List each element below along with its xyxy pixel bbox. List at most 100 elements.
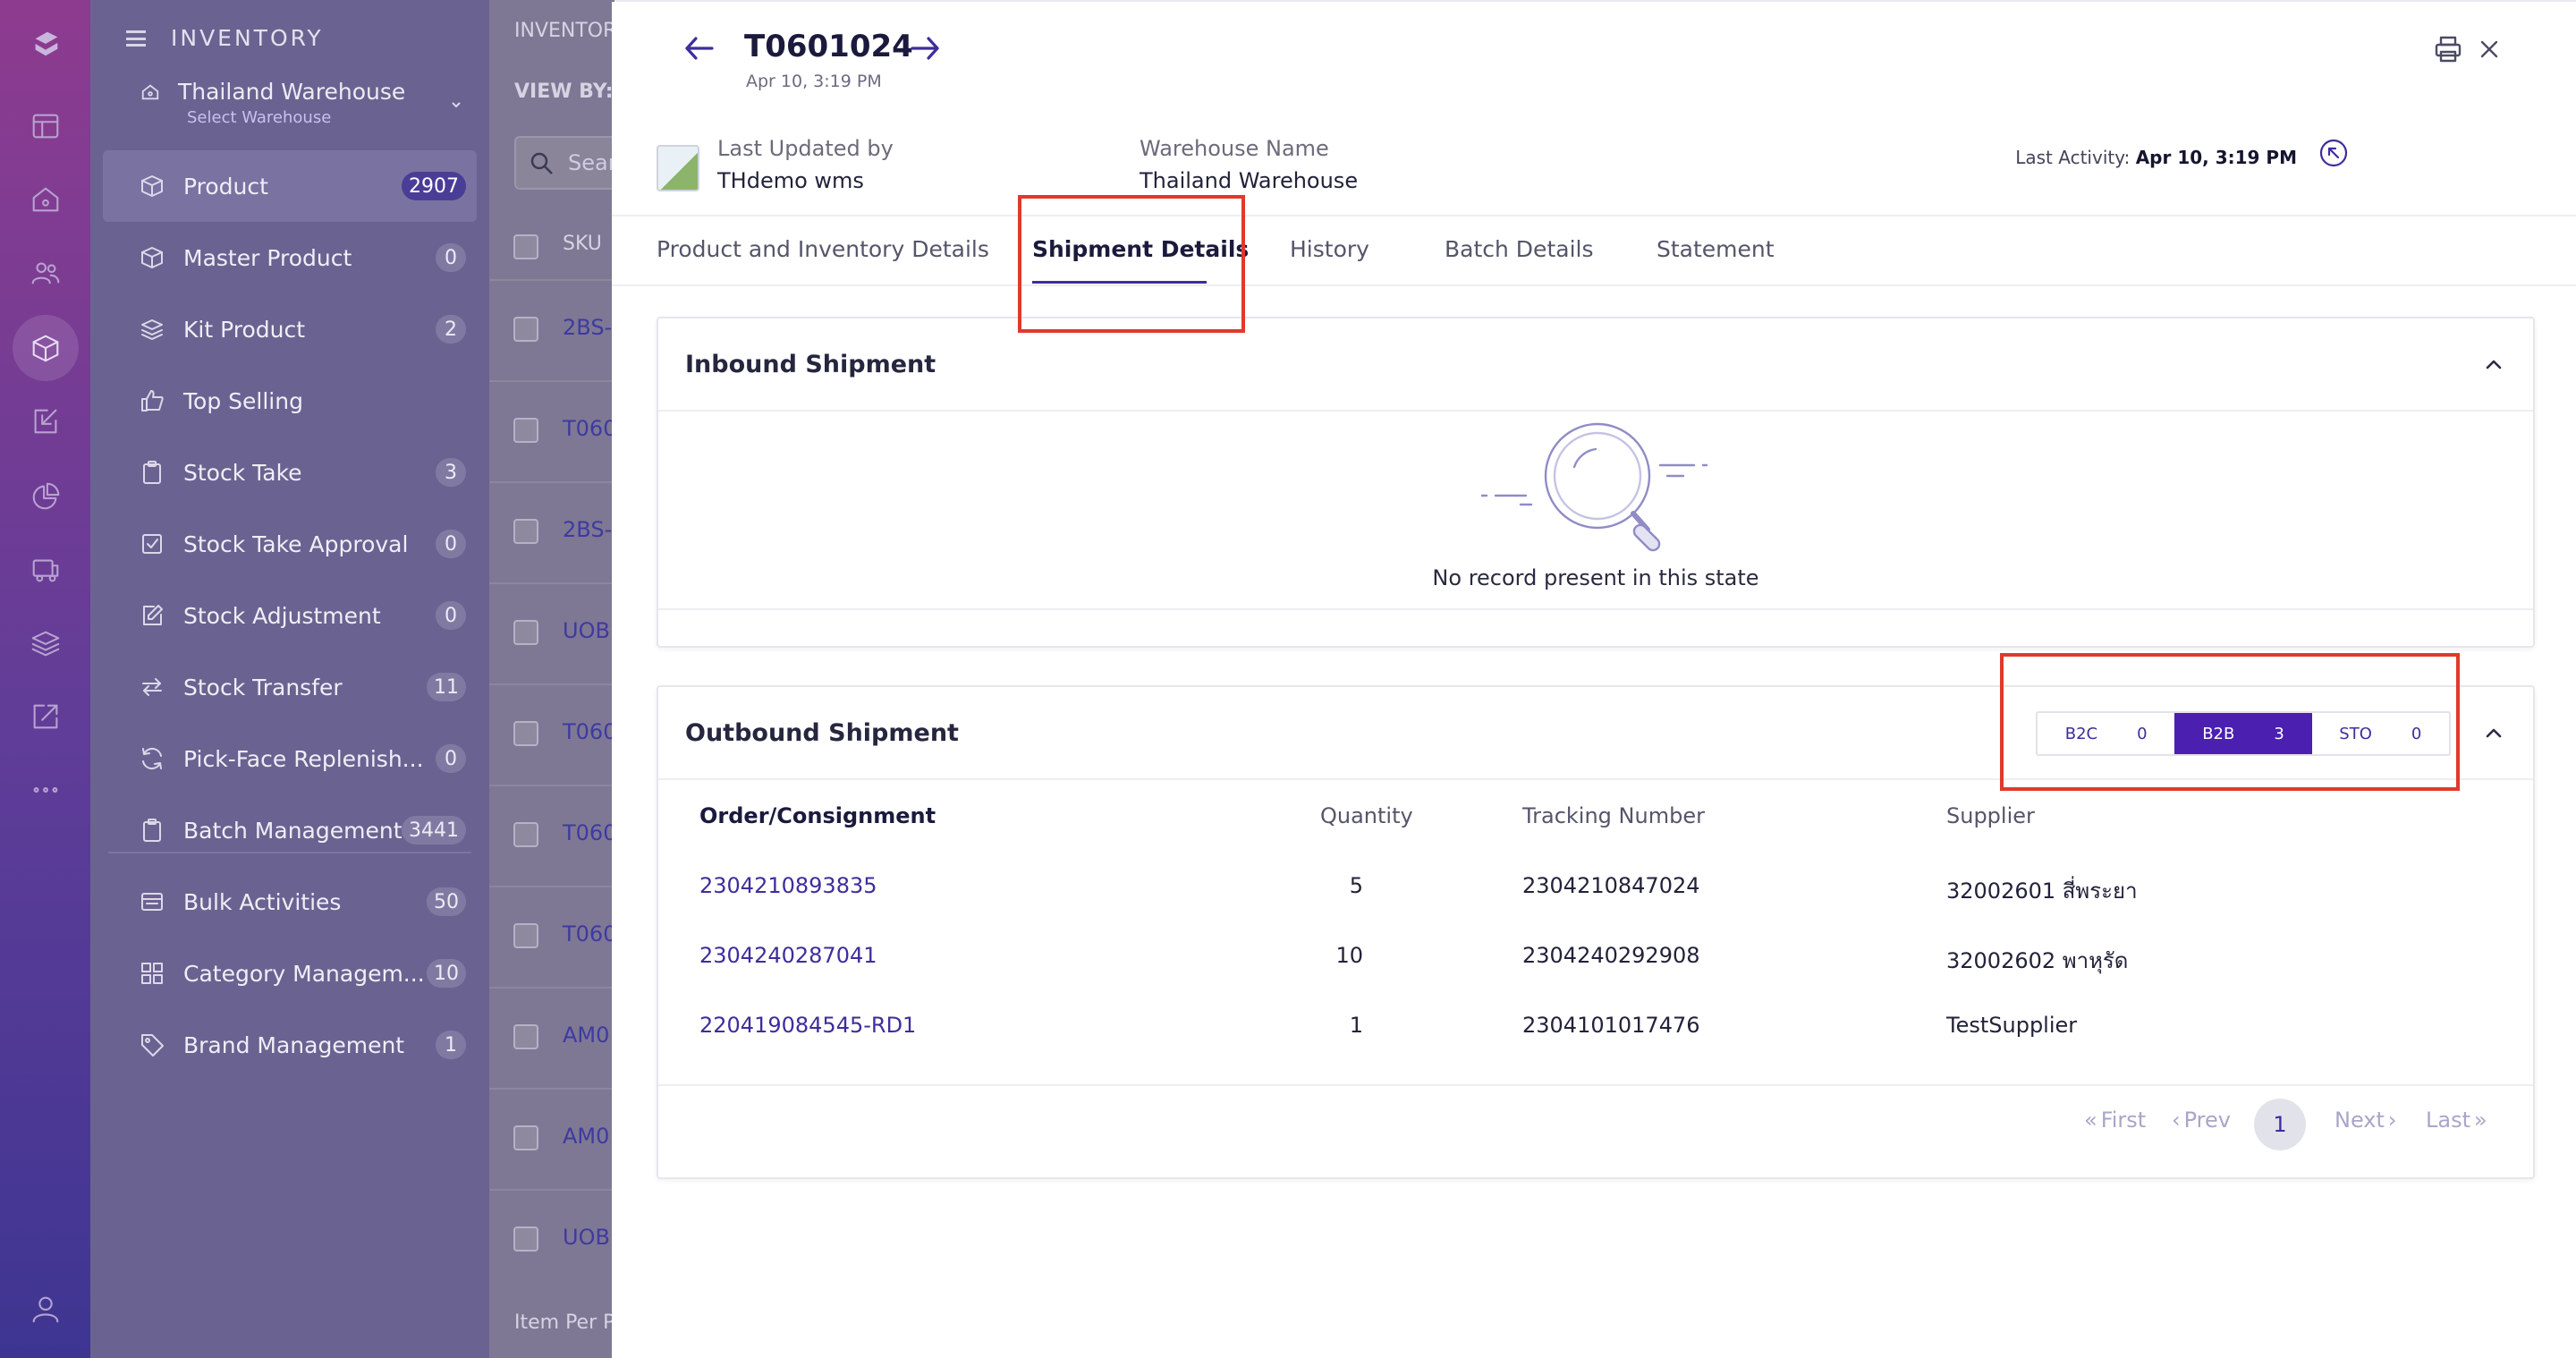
list-row-sku[interactable]: T060: [563, 820, 614, 845]
tab-statement[interactable]: Statement: [1657, 236, 1775, 262]
sidebar-item-category-managem[interactable]: Category Managem... 10: [103, 938, 477, 1009]
sidebar-item-kit-product[interactable]: Kit Product 2: [103, 293, 477, 365]
row-checkbox[interactable]: [513, 519, 538, 544]
print-icon[interactable]: [2433, 34, 2463, 64]
order-link[interactable]: 220419084545-RD1: [699, 1013, 916, 1038]
inventory-box-icon[interactable]: [27, 329, 64, 367]
list-header: INVENTOR: [514, 20, 614, 42]
box-icon: [139, 244, 165, 271]
dashboard-icon[interactable]: [27, 107, 64, 145]
list-row-sku[interactable]: 2BS-0: [563, 517, 614, 542]
sidebar-item-label: Batch Management: [183, 817, 402, 844]
tab-batch-details[interactable]: Batch Details: [1445, 236, 1593, 262]
card-divider: [658, 1084, 2533, 1086]
list-row-sku[interactable]: AM0: [563, 1023, 609, 1048]
quantity-cell: 5: [1349, 873, 1363, 898]
sidebar-item-count: 3441: [402, 816, 466, 845]
list-row-sku[interactable]: 2BS-0: [563, 315, 614, 340]
row-checkbox[interactable]: [513, 1226, 538, 1252]
order-link[interactable]: 2304240287041: [699, 943, 877, 968]
toggle-b2c[interactable]: B2C 0: [2038, 713, 2174, 754]
inventory-list-background: INVENTOR VIEW BY: Sear SKU 2BS-0 T060 2BS-…: [489, 0, 614, 1358]
pagination-prev[interactable]: ‹ Prev: [2172, 1108, 2231, 1133]
tab-shipment-details[interactable]: Shipment Details: [1032, 236, 1249, 262]
order-link[interactable]: 2304210893835: [699, 873, 877, 898]
active-tab-indicator: [1032, 281, 1207, 284]
sidebar-item-label: Product: [183, 173, 268, 199]
reports-icon[interactable]: [27, 478, 64, 515]
sidebar-item-label: Category Managem...: [183, 960, 425, 987]
sidebar-item-product[interactable]: Product 2907: [103, 150, 477, 222]
sidebar-item-bulk-activities[interactable]: Bulk Activities 50: [103, 866, 477, 938]
pagination-last[interactable]: Last»: [2426, 1108, 2487, 1133]
sidebar-item-stock-take[interactable]: Stock Take 3: [103, 437, 477, 508]
list-row-sku[interactable]: UOB: [563, 618, 610, 643]
user-avatar: [657, 145, 699, 191]
hamburger-icon[interactable]: [126, 30, 146, 47]
list-row-divider: [489, 380, 614, 382]
sidebar-item-batch-management[interactable]: Batch Management 3441: [103, 794, 477, 866]
card-divider: [658, 778, 2533, 780]
sidebar-item-stock-transfer[interactable]: Stock Transfer 11: [103, 651, 477, 723]
select-all-checkbox[interactable]: [513, 234, 538, 259]
sidebar-item-brand-management[interactable]: Brand Management 1: [103, 1009, 477, 1081]
sidebar-item-count: 0: [436, 744, 466, 773]
pagination-next[interactable]: Next ›: [2334, 1108, 2397, 1133]
inbound-shipment-title: Inbound Shipment: [685, 351, 936, 378]
profile-icon[interactable]: [27, 1290, 64, 1328]
row-checkbox[interactable]: [513, 620, 538, 645]
list-row-sku[interactable]: T060: [563, 921, 614, 946]
pagination-current-page[interactable]: 1: [2254, 1099, 2306, 1150]
row-checkbox[interactable]: [513, 923, 538, 948]
sidebar-item-pick-face-replenish[interactable]: Pick-Face Replenish... 0: [103, 723, 477, 794]
truck-icon[interactable]: [27, 551, 64, 589]
row-checkbox[interactable]: [513, 317, 538, 342]
sidebar-item-count: 0: [436, 243, 466, 272]
tab-product-inventory-details[interactable]: Product and Inventory Details: [657, 236, 989, 262]
sidebar-item-stock-take-approval[interactable]: Stock Take Approval 0: [103, 508, 477, 580]
sidebar-item-count: 0: [436, 530, 466, 558]
toggle-b2b[interactable]: B2B 3: [2174, 713, 2312, 754]
users-icon[interactable]: [27, 254, 64, 292]
home-icon[interactable]: [27, 181, 64, 218]
warehouse-name: Thailand Warehouse: [178, 79, 406, 105]
list-row-divider: [489, 481, 614, 483]
pagination-next-label: Next: [2334, 1108, 2385, 1133]
list-row-divider: [489, 683, 614, 685]
sidebar-item-count: 0: [436, 601, 466, 630]
row-checkbox[interactable]: [513, 418, 538, 443]
sidebar-item-master-product[interactable]: Master Product 0: [103, 222, 477, 293]
sidebar-item-count: 2: [436, 315, 466, 344]
list-row-sku[interactable]: T060: [563, 416, 614, 441]
activity-link-icon[interactable]: [2318, 138, 2349, 168]
row-checkbox[interactable]: [513, 1125, 538, 1150]
list-search-input[interactable]: Sear: [514, 136, 614, 190]
sidebar-item-stock-adjustment[interactable]: Stock Adjustment 0: [103, 580, 477, 651]
list-row-sku[interactable]: UOB: [563, 1225, 610, 1250]
list-row-sku[interactable]: AM0: [563, 1124, 609, 1149]
sidebar-item-top-selling[interactable]: Top Selling: [103, 365, 477, 437]
warehouse-selector[interactable]: Thailand Warehouse Select Warehouse: [140, 79, 462, 127]
chevron-up-icon[interactable]: [2483, 354, 2504, 376]
toggle-sto[interactable]: STO 0: [2312, 713, 2449, 754]
row-checkbox[interactable]: [513, 1024, 538, 1049]
outbound-icon[interactable]: [27, 698, 64, 735]
more-icon[interactable]: [27, 771, 64, 809]
column-header-quantity: Quantity: [1320, 803, 1413, 828]
logo-icon[interactable]: [27, 25, 64, 63]
close-icon[interactable]: [2474, 34, 2504, 64]
supplier-cell: 32002602 พาหุรัด: [1946, 948, 2129, 973]
next-arrow-icon[interactable]: [907, 30, 943, 66]
tab-history[interactable]: History: [1290, 236, 1369, 262]
row-checkbox[interactable]: [513, 721, 538, 746]
chevron-up-icon[interactable]: [2483, 723, 2504, 744]
list-row-sku[interactable]: T060: [563, 719, 614, 744]
inbound-icon[interactable]: [27, 403, 64, 440]
column-header-order: Order/Consignment: [699, 803, 936, 828]
previous-arrow-icon[interactable]: [682, 30, 717, 66]
outbound-shipment-card: Outbound Shipment B2C 0 B2B 3 STO 0 Order/C…: [657, 685, 2535, 1179]
pagination-first[interactable]: «First: [2084, 1108, 2146, 1133]
shipment-type-toggle: B2C 0 B2B 3 STO 0: [2036, 711, 2451, 756]
row-checkbox[interactable]: [513, 822, 538, 847]
layers-icon[interactable]: [27, 624, 64, 662]
